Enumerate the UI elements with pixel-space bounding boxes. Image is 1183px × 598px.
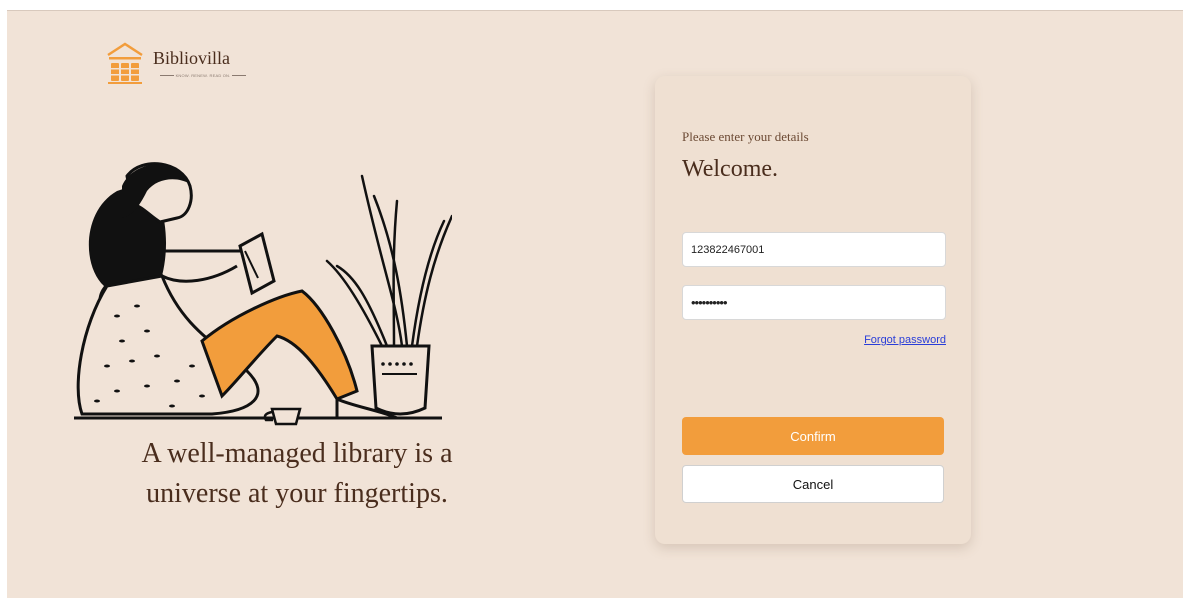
hero-quote-line2: universe at your fingertips. — [146, 478, 448, 509]
brand-tagline: KNOW. RENEW. READ ON. — [153, 73, 253, 78]
woman-reading-illustration — [74, 162, 452, 426]
library-building-icon — [107, 42, 143, 84]
forgot-password-link[interactable]: Forgot password — [864, 334, 946, 346]
cancel-button[interactable]: Cancel — [682, 465, 944, 503]
hero-quote-line1: A well-managed library is a — [141, 438, 453, 469]
confirm-button[interactable]: Confirm — [682, 417, 944, 455]
password-input[interactable] — [682, 285, 946, 320]
brand-logo: Bibliovilla KNOW. RENEW. READ ON. — [105, 41, 265, 87]
login-card: Please enter your details Welcome. Forgo… — [655, 76, 971, 544]
username-input[interactable] — [682, 232, 946, 267]
login-page: Bibliovilla KNOW. RENEW. READ ON. A well… — [7, 10, 1183, 598]
hero-quote: A well-managed library is a universe at … — [97, 434, 497, 514]
login-subtitle: Please enter your details — [682, 129, 809, 144]
login-title: Welcome. — [682, 156, 779, 182]
brand-name: Bibliovilla — [153, 48, 231, 68]
